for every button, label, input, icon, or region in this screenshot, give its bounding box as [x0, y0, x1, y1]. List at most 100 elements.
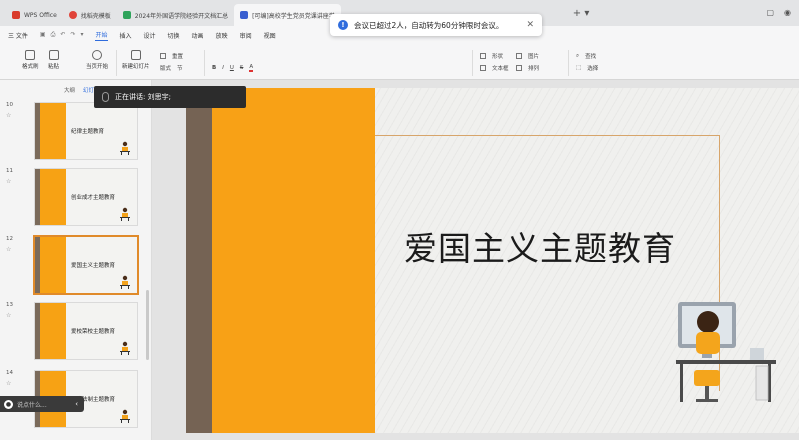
- arrange-button[interactable]: 排列: [516, 64, 539, 72]
- menu-item-insert[interactable]: 插入: [120, 31, 132, 40]
- new-slide-button[interactable]: 新建幻灯片: [122, 50, 150, 70]
- tab-spreadsheet[interactable]: 2024年外国语学院经验开文档汇总: [117, 4, 234, 26]
- reset-button[interactable]: 重置: [160, 52, 183, 60]
- tab-label: WPS Office: [24, 11, 57, 19]
- list-item[interactable]: 12 ☆ 爱国主义主题教育: [0, 236, 150, 296]
- paste-button[interactable]: 粘贴: [48, 50, 59, 70]
- tab-outline[interactable]: 大纲: [64, 86, 75, 94]
- person-at-desk-icon: [120, 341, 130, 355]
- thumbnail-title: 爱校荣校主题教育: [71, 329, 116, 335]
- window-controls: ▢ ◉: [766, 8, 791, 17]
- reset-icon: [160, 53, 166, 59]
- file-menu[interactable]: 三 文件: [8, 31, 28, 40]
- toast-message: 会议已超过2人，自动转为60分钟限时会议。: [354, 20, 504, 30]
- picture-button[interactable]: 图片: [516, 52, 539, 60]
- user-icon[interactable]: ◉: [784, 8, 791, 17]
- person-at-desk-icon: [120, 409, 130, 423]
- info-icon: !: [338, 20, 348, 30]
- star-icon: ☆: [6, 246, 12, 253]
- play-icon: [92, 50, 102, 60]
- menu-item-design[interactable]: 设计: [144, 31, 156, 40]
- ribbon-divider: [116, 50, 117, 76]
- slide-thumbnail-selected[interactable]: 爱国主义主题教育: [34, 236, 138, 294]
- docer-icon: [68, 11, 77, 19]
- star-icon: ☆: [6, 112, 12, 119]
- chevron-left-icon[interactable]: ‹: [75, 400, 84, 408]
- slide-thumbnail[interactable]: 创业成才主题教育: [34, 168, 138, 226]
- play-from-current-button[interactable]: 当页开始: [86, 50, 108, 70]
- list-item[interactable]: 13 ☆ 爱校荣校主题教育: [0, 302, 150, 362]
- redo-icon[interactable]: ↷: [70, 31, 75, 39]
- current-slide[interactable]: 爱国主义主题教育: [186, 88, 799, 433]
- tab-label: 找稻壳模板: [80, 12, 111, 20]
- find-button[interactable]: ⌕ 查找: [576, 52, 596, 61]
- ribbon-divider: [204, 50, 205, 76]
- list-item[interactable]: 11 ☆ 创业成才主题教育: [0, 168, 150, 228]
- ribbon-divider: [472, 50, 473, 76]
- tab-template[interactable]: 找稻壳模板: [63, 4, 117, 26]
- close-icon[interactable]: ✕: [526, 20, 534, 30]
- comment-input[interactable]: 说点什么...: [17, 400, 71, 409]
- brush-icon: [25, 50, 36, 60]
- star-icon: ☆: [6, 380, 12, 387]
- menu-item-review[interactable]: 审阅: [240, 31, 252, 40]
- slide-thumbnail[interactable]: 纪律主题教育: [34, 102, 138, 160]
- menu-item-home[interactable]: 开始: [95, 30, 108, 41]
- menu-item-slideshow[interactable]: 放映: [216, 31, 228, 40]
- quick-access-toolbar: ▣ ⎙ ↶ ↷ ▾: [40, 31, 84, 39]
- speaking-text: 正在讲话: 刘思宇;: [115, 93, 171, 101]
- person-at-desk-icon: [120, 207, 130, 221]
- picture-icon: [516, 53, 522, 59]
- comment-input-bar[interactable]: ● 说点什么... ‹: [0, 396, 84, 412]
- shape-button[interactable]: 形状: [480, 52, 503, 60]
- menu-item-animation[interactable]: 动画: [192, 31, 204, 40]
- panel-scrollbar[interactable]: [146, 290, 149, 360]
- star-icon: ☆: [6, 312, 12, 319]
- layout-section-group: 版式 节: [160, 64, 183, 72]
- format-painter-button[interactable]: 格式刷: [22, 50, 39, 70]
- speaking-indicator: 正在讲话: 刘思宇;: [94, 86, 246, 108]
- thumbnail-title: 纪律主题教育: [71, 129, 105, 135]
- chevron-down-icon[interactable]: ▾: [80, 31, 83, 39]
- slide-thumbnail-panel: 大纲 幻灯片 10 ☆ 纪律主题教育 11 ☆ 创业成才主题教育 12 ☆ 爱国…: [0, 80, 152, 440]
- italic-icon[interactable]: I: [222, 65, 224, 71]
- strikethrough-icon[interactable]: S: [240, 65, 244, 71]
- clipboard-icon: [48, 50, 59, 60]
- restore-icon[interactable]: ▢: [766, 8, 774, 17]
- chat-icon: ●: [4, 399, 13, 409]
- list-item[interactable]: 10 ☆ 纪律主题教育: [0, 102, 150, 162]
- slide-title[interactable]: 爱国主义主题教育: [404, 222, 676, 270]
- save-icon[interactable]: ▣: [40, 31, 46, 39]
- person-at-desk-icon: [120, 141, 130, 155]
- slide-thumbnail[interactable]: 爱校荣校主题教育: [34, 302, 138, 360]
- arrange-icon: [516, 65, 522, 71]
- print-icon[interactable]: ⎙: [51, 31, 56, 39]
- textbox-button[interactable]: 文本框: [480, 64, 509, 72]
- underline-icon[interactable]: U: [230, 65, 234, 71]
- tab-wps-office[interactable]: WPS Office: [6, 4, 63, 26]
- layout-dropdown[interactable]: 版式: [160, 64, 171, 72]
- font-color-icon[interactable]: A: [249, 64, 254, 72]
- section-dropdown[interactable]: 节: [177, 64, 183, 72]
- bold-icon[interactable]: B: [212, 65, 216, 71]
- select-button[interactable]: ⬚ 选择: [576, 64, 598, 72]
- star-icon: ☆: [6, 178, 12, 185]
- undo-icon[interactable]: ↶: [60, 31, 65, 39]
- slide-brown-bar: [186, 88, 212, 433]
- meeting-notification-toast: ! 会议已超过2人，自动转为60分钟限时会议。 ✕: [330, 14, 542, 36]
- person-at-computer-illustration: [676, 302, 776, 402]
- ribbon-divider: [568, 50, 569, 76]
- menu-item-transition[interactable]: 切换: [168, 31, 180, 40]
- tab-document[interactable]: [可编]高校学生党员党课讲座学: [234, 4, 341, 26]
- tab-label: [可编]高校学生党员党课讲座学: [252, 12, 335, 20]
- tab-label: 2024年外国语学院经验开文档汇总: [134, 12, 229, 20]
- person-at-desk-icon: [120, 275, 130, 289]
- microphone-icon: [102, 92, 109, 102]
- font-format-group: B I U S A: [212, 64, 254, 72]
- cursor-icon: ⬚: [576, 65, 582, 71]
- menu-item-view[interactable]: 视图: [264, 31, 276, 40]
- new-tab-plus-icon[interactable]: + ▾: [573, 8, 590, 19]
- document-icon: [240, 11, 249, 19]
- slide-orange-panel: [212, 88, 375, 433]
- spreadsheet-icon: [122, 11, 131, 19]
